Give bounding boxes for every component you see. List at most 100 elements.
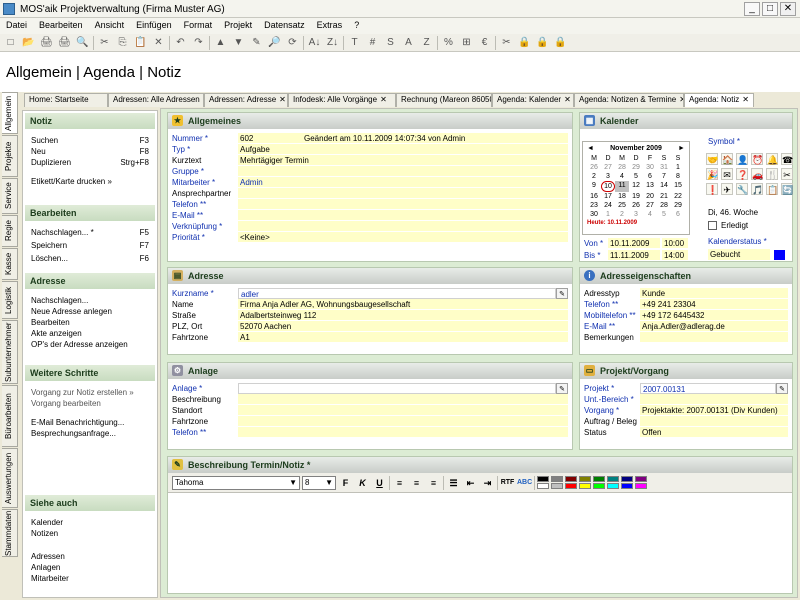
calendar-day[interactable]: 3 — [629, 210, 643, 219]
open-icon[interactable]: 📂 — [21, 35, 36, 50]
color-swatch[interactable] — [551, 483, 563, 489]
calendar-day[interactable]: 9 — [587, 181, 601, 192]
sort-desc-icon[interactable]: Z↓ — [325, 35, 340, 50]
symbol-option-icon[interactable]: 🍴 — [766, 168, 778, 180]
vtab-allgemein[interactable]: Allgemein — [2, 92, 18, 134]
sidebar-item-suchen[interactable]: Suchen F3 — [25, 135, 155, 146]
calendar-day[interactable]: 30 — [587, 210, 601, 219]
outdent-icon[interactable]: ⇤ — [463, 476, 478, 490]
field-value-name[interactable]: Firma Anja Adler AG, Wohnungsbaugesellsc… — [238, 299, 568, 310]
field-value-priorit-t[interactable]: <Keine> — [238, 232, 568, 243]
edit-pen-icon[interactable]: ✎ — [556, 288, 568, 299]
paste-icon[interactable]: 📋 — [133, 35, 148, 50]
maximize-button[interactable]: □ — [762, 2, 778, 16]
checkbox[interactable] — [708, 221, 717, 230]
search-icon[interactable]: 🔎 — [267, 35, 282, 50]
erledigt-checkbox[interactable]: Erledigt — [708, 221, 748, 230]
symbol-option-icon[interactable]: 🔔 — [766, 153, 778, 165]
description-editor[interactable] — [168, 493, 792, 587]
close-tab-icon[interactable]: ✕ — [564, 95, 571, 104]
color-swatch[interactable] — [621, 476, 633, 482]
sidebar-item-kalender[interactable]: Kalender — [25, 517, 155, 528]
von-date-field[interactable]: 10.11.2009 — [608, 238, 660, 249]
print-icon[interactable]: 🖨 — [39, 35, 54, 50]
menu-projekt[interactable]: Projekt — [218, 18, 258, 34]
field-value-fahrtzone[interactable] — [238, 416, 568, 427]
calendar-day[interactable]: 1 — [671, 163, 685, 172]
align-center-icon[interactable]: ≡ — [409, 476, 424, 490]
symbol-option-icon[interactable]: ☎ — [781, 153, 793, 165]
print-preview-icon[interactable]: 🖨 — [57, 35, 72, 50]
menu-extras[interactable]: Extras — [311, 18, 349, 34]
symbol-option-icon[interactable]: 🔧 — [736, 183, 748, 195]
bis-time-field[interactable]: 14:00 — [662, 250, 688, 261]
field-value-vorgang[interactable]: Projektakte: 2007.00131 (Div Kunden) — [640, 405, 788, 416]
menu-datensatz[interactable]: Datensatz — [258, 18, 311, 34]
sidebar-item-loeschen[interactable]: Löschen... F6 — [25, 253, 155, 264]
sidebar-item-anlagen[interactable]: Anlagen — [25, 562, 155, 573]
symbol-option-icon[interactable]: ✂ — [781, 168, 793, 180]
close-tab-icon[interactable]: ✕ — [742, 95, 749, 104]
color-swatch[interactable] — [537, 483, 549, 489]
calendar-day[interactable]: 3 — [601, 172, 615, 181]
calendar-day[interactable]: 25 — [615, 201, 629, 210]
field-value-telefon[interactable] — [238, 199, 568, 210]
lock-red-icon[interactable]: 🔒 — [553, 35, 568, 50]
percent-icon[interactable]: % — [441, 35, 456, 50]
calendar-day[interactable]: 15 — [671, 181, 685, 192]
color-swatch[interactable] — [593, 483, 605, 489]
font-select[interactable]: Tahoma ▼ — [172, 475, 300, 490]
calendar-day[interactable]: 8 — [671, 172, 685, 181]
calendar-day[interactable]: 16 — [587, 192, 601, 201]
sidebar-item-duplizieren[interactable]: Duplizieren Strg+F8 — [25, 157, 155, 168]
vtab-b-roarbeiten[interactable]: Büroarbeiten — [2, 385, 18, 447]
symbol-option-icon[interactable]: 🎵 — [751, 183, 763, 195]
symbol-option-icon[interactable]: 🏠 — [721, 153, 733, 165]
tab-home-startseite[interactable]: Home: Startseite — [24, 93, 108, 107]
menu-ansicht[interactable]: Ansicht — [89, 18, 131, 34]
copy-icon[interactable]: ⎘ — [115, 35, 130, 50]
sidebar-item-adressen[interactable]: Adressen — [25, 551, 155, 562]
indent-icon[interactable]: ⇥ — [480, 476, 495, 490]
color-swatch[interactable] — [537, 476, 549, 482]
von-time-field[interactable]: 10:00 — [662, 238, 688, 249]
symbol-option-icon[interactable]: ⏰ — [751, 153, 763, 165]
symbol-option-icon[interactable]: ❗ — [706, 183, 718, 195]
sidebar-item-neue-adresse[interactable]: Neue Adresse anlegen — [25, 306, 155, 317]
calendar-day[interactable]: 26 — [629, 201, 643, 210]
menu-datei[interactable]: Datei — [0, 18, 33, 34]
calendar-day[interactable]: 17 — [601, 192, 615, 201]
field-value-unt-bereich[interactable] — [640, 394, 788, 405]
vtab-service[interactable]: Service — [2, 178, 18, 214]
hash-icon[interactable]: # — [365, 35, 380, 50]
calendar-day[interactable]: 28 — [615, 163, 629, 172]
field-value-e-mail[interactable] — [238, 210, 568, 221]
undo-icon[interactable]: ↶ — [173, 35, 188, 50]
field-value-auftrag-beleg[interactable] — [640, 416, 788, 427]
calendar-day[interactable]: 18 — [615, 192, 629, 201]
calendar-day[interactable]: 14 — [657, 181, 671, 192]
lock-blue-icon[interactable]: 🔒 — [517, 35, 532, 50]
field-value-anlage[interactable] — [238, 383, 556, 394]
sidebar-item-vorgang-erstellen[interactable]: Vorgang zur Notiz erstellen » — [25, 387, 155, 398]
spellcheck-icon[interactable]: ABC — [517, 476, 532, 490]
close-tab-icon[interactable]: ✕ — [380, 95, 387, 104]
close-button[interactable]: ✕ — [780, 2, 796, 16]
vtab-regie[interactable]: Regie — [2, 215, 18, 247]
prev-month-button[interactable]: ◄ — [587, 145, 594, 152]
edit-pen-icon[interactable]: ✎ — [556, 383, 568, 394]
color-swatch[interactable] — [579, 476, 591, 482]
field-value-kurzname[interactable]: adler — [238, 288, 556, 299]
calendar-day[interactable]: 2 — [615, 210, 629, 219]
color-swatch[interactable] — [565, 483, 577, 489]
calendar-day[interactable]: 10 — [601, 181, 615, 192]
next-month-button[interactable]: ► — [678, 145, 685, 152]
sidebar-item-email[interactable]: E-Mail Benachrichtigung... — [25, 417, 155, 428]
tab-adressen-alle-adressen[interactable]: Adressen: Alle Adressen — [108, 93, 204, 107]
align-right-icon[interactable]: ≡ — [426, 476, 441, 490]
menu-einf-gen[interactable]: Einfügen — [130, 18, 178, 34]
sidebar-item-akte[interactable]: Akte anzeigen — [25, 328, 155, 339]
field-value-gruppe[interactable] — [238, 166, 568, 177]
calendar-day[interactable]: 6 — [643, 172, 657, 181]
field-value-beschreibung[interactable] — [238, 394, 568, 405]
